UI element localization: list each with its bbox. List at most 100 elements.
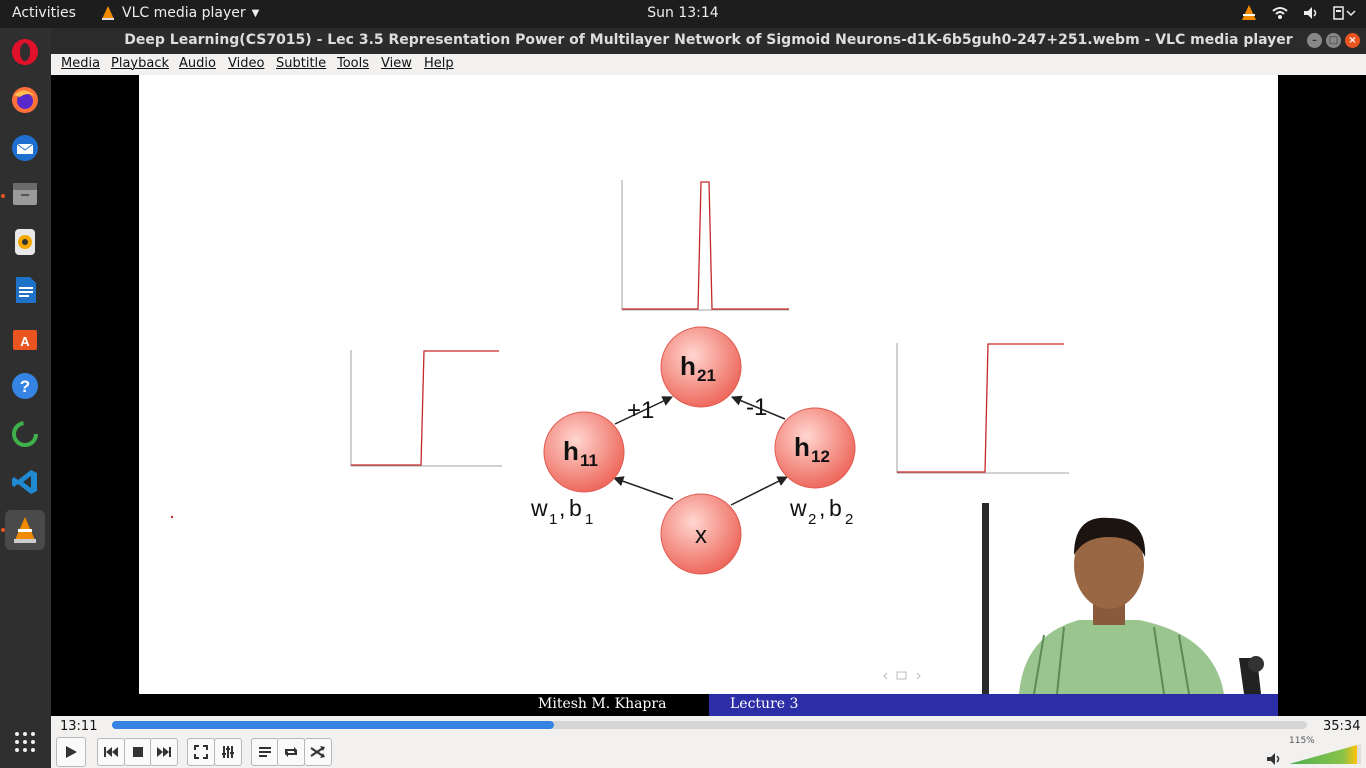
menu-view[interactable]: View xyxy=(381,56,412,71)
play-icon xyxy=(66,746,77,758)
shuffle-icon xyxy=(310,746,325,758)
activities-button[interactable]: Activities xyxy=(12,5,76,21)
edge-label-plus: +1 xyxy=(627,397,654,424)
wifi-icon[interactable] xyxy=(1272,5,1288,21)
stop-icon xyxy=(133,747,143,757)
menu-media[interactable]: Media xyxy=(61,56,100,71)
vlc-icon xyxy=(102,6,114,20)
firefox-icon[interactable] xyxy=(5,80,45,120)
edge-x-h12 xyxy=(730,476,788,506)
extended-settings-button[interactable] xyxy=(214,738,242,766)
speaker-icon[interactable] xyxy=(1302,5,1318,21)
slide-footer-lecture: Lecture 3 xyxy=(709,694,1278,716)
slide-footer-author: Mitesh M. Khapra xyxy=(138,694,709,716)
node-h21-sub: 21 xyxy=(697,366,716,385)
chevron-down-icon: ▼ xyxy=(251,7,260,19)
window-title: Deep Learning(CS7015) - Lec 3.5 Represen… xyxy=(124,32,1293,48)
svg-text:w: w xyxy=(789,495,807,521)
next-icon xyxy=(157,747,171,757)
svg-text:1: 1 xyxy=(549,511,557,528)
previous-icon xyxy=(104,747,118,757)
volume-slider[interactable]: 115% xyxy=(1289,736,1361,764)
svg-text:,: , xyxy=(819,495,825,521)
elapsed-time[interactable]: 13:11 xyxy=(60,719,97,734)
close-button[interactable]: × xyxy=(1345,33,1360,48)
plot-left xyxy=(350,350,502,467)
node-h12: h 12 xyxy=(774,407,856,489)
menu-tools[interactable]: Tools xyxy=(337,56,369,71)
vlc-icon[interactable] xyxy=(5,510,45,550)
svg-text:w: w xyxy=(530,495,548,521)
total-time[interactable]: 35:34 xyxy=(1323,719,1360,734)
menu-audio[interactable]: Audio xyxy=(179,56,216,71)
app-menu-label: VLC media player xyxy=(122,5,246,21)
video-area[interactable]: +1 -1 h 21 h 11 h 12 x w 1 , b 1 w 2 , b… xyxy=(51,75,1366,716)
rhythmbox-icon[interactable] xyxy=(5,222,45,262)
lecture-slide: +1 -1 h 21 h 11 h 12 x w 1 , b 1 w 2 , b… xyxy=(139,75,1278,695)
fullscreen-button[interactable] xyxy=(187,738,215,766)
node-h11-label: h xyxy=(563,436,579,466)
playlist-button[interactable] xyxy=(251,738,279,766)
stop-button[interactable] xyxy=(124,738,152,766)
next-button[interactable] xyxy=(150,738,178,766)
plot-top xyxy=(621,180,789,311)
node-x-label: x xyxy=(695,522,707,549)
menu-help[interactable]: Help xyxy=(424,56,454,71)
play-button[interactable] xyxy=(56,737,86,767)
edge-x-h11 xyxy=(613,476,674,500)
window-titlebar[interactable]: Deep Learning(CS7015) - Lec 3.5 Represen… xyxy=(51,28,1366,54)
letterbox-right xyxy=(1278,75,1366,716)
plot-right xyxy=(896,343,1069,474)
svg-text:b: b xyxy=(569,495,582,521)
svg-text:2: 2 xyxy=(808,511,816,528)
dock: A ? xyxy=(0,28,51,768)
node-x: x xyxy=(660,493,742,575)
previous-button[interactable] xyxy=(97,738,125,766)
volume-icon[interactable] xyxy=(1266,752,1282,766)
software-icon[interactable]: A xyxy=(5,318,45,358)
show-applications-icon[interactable] xyxy=(5,722,45,762)
node-h11: h 11 xyxy=(543,411,625,493)
svg-text:2: 2 xyxy=(845,511,853,528)
menu-video[interactable]: Video xyxy=(228,56,264,71)
svg-text:b: b xyxy=(829,495,842,521)
pointer-dot xyxy=(170,515,174,519)
svg-text:A: A xyxy=(20,334,30,349)
equalizer-icon xyxy=(222,746,234,758)
fullscreen-icon xyxy=(194,745,208,759)
node-h21-label: h xyxy=(680,351,696,381)
seek-bar[interactable] xyxy=(112,721,1307,729)
node-h11-sub: 11 xyxy=(580,451,598,470)
app-menu[interactable]: VLC media player ▼ xyxy=(100,5,259,21)
slide-nav-icons xyxy=(883,671,921,680)
files-icon[interactable] xyxy=(5,174,45,214)
opera-icon[interactable] xyxy=(5,32,45,72)
vscode-icon[interactable] xyxy=(5,462,45,502)
weights-right: w 2 , b 2 xyxy=(789,495,853,528)
presenter-video xyxy=(982,503,1264,695)
svg-text:1: 1 xyxy=(585,511,593,528)
help-icon[interactable]: ? xyxy=(5,366,45,406)
svg-text:?: ? xyxy=(20,377,30,396)
edge-label-minus: -1 xyxy=(746,394,767,421)
menu-subtitle[interactable]: Subtitle xyxy=(276,56,326,71)
playlist-icon xyxy=(259,747,271,757)
system-menu-icon[interactable] xyxy=(1332,5,1356,21)
node-h12-label: h xyxy=(794,432,810,462)
minimize-button[interactable]: – xyxy=(1307,33,1322,48)
weights-left: w 1 , b 1 xyxy=(530,495,593,528)
shuffle-button[interactable] xyxy=(304,738,332,766)
loop-button[interactable] xyxy=(277,738,305,766)
loading-icon[interactable] xyxy=(5,414,45,454)
network-diagram: +1 -1 h 21 h 11 h 12 x w 1 , b 1 w 2 , b… xyxy=(170,180,1264,695)
menu-playback[interactable]: Playback xyxy=(111,56,169,71)
maximize-button[interactable]: □ xyxy=(1326,33,1341,48)
node-h21: h 21 xyxy=(660,326,742,408)
writer-icon[interactable] xyxy=(5,270,45,310)
thunderbird-icon[interactable] xyxy=(5,128,45,168)
menu-bar: Media Playback Audio Video Subtitle Tool… xyxy=(51,54,1366,76)
svg-text:,: , xyxy=(559,495,565,521)
loop-icon xyxy=(285,747,297,757)
vlc-tray-icon[interactable] xyxy=(1240,4,1258,22)
node-h12-sub: 12 xyxy=(811,447,830,466)
